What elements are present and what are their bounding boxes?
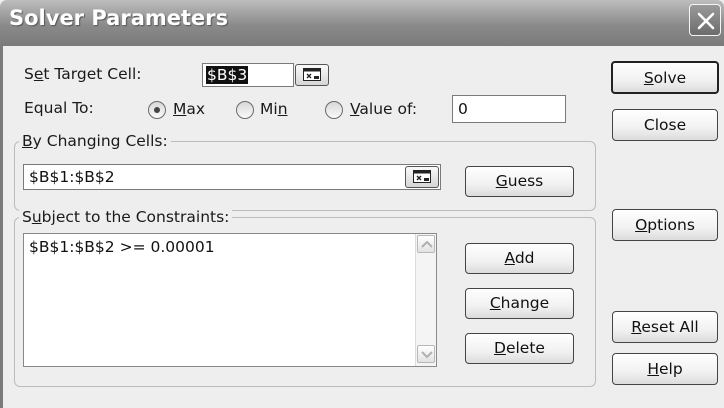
dialog-title: Solver Parameters xyxy=(9,6,229,30)
equal-to-label: Equal To: xyxy=(24,99,94,117)
target-cell-ref-button[interactable] xyxy=(295,64,329,86)
delete-button[interactable]: Delete xyxy=(465,333,574,364)
options-button[interactable]: Options xyxy=(612,209,718,241)
collapse-dialog-icon xyxy=(413,170,431,183)
radio-value-of-label[interactable]: Value of: xyxy=(350,100,417,118)
scroll-down-button[interactable] xyxy=(417,345,435,363)
help-button[interactable]: Help xyxy=(612,353,718,385)
change-button[interactable]: Change xyxy=(465,288,574,319)
reset-all-button[interactable]: Reset All xyxy=(612,311,718,343)
radio-value-of[interactable] xyxy=(325,101,343,119)
constraints-list[interactable]: $B$1:$B$2 >= 0.00001 xyxy=(23,233,437,367)
close-dialog-button[interactable]: Close xyxy=(612,109,718,141)
radio-min[interactable] xyxy=(236,101,254,119)
scroll-up-button[interactable] xyxy=(417,235,435,253)
chevron-up-icon xyxy=(421,240,433,248)
radio-selected-dot xyxy=(154,107,160,113)
guess-button[interactable]: Guess xyxy=(465,166,574,197)
solve-button[interactable]: Solve xyxy=(611,61,719,94)
radio-min-label[interactable]: Min xyxy=(260,100,288,118)
changing-cells-input[interactable]: $B$1:$B$2 xyxy=(23,164,441,190)
list-item[interactable]: $B$1:$B$2 >= 0.00001 xyxy=(29,238,215,256)
add-button[interactable]: Add xyxy=(465,243,574,274)
value-of-input[interactable]: 0 xyxy=(452,95,566,123)
target-cell-value: $B$3 xyxy=(206,66,249,84)
close-button[interactable] xyxy=(689,4,721,36)
radio-max-label[interactable]: Max xyxy=(173,100,205,118)
title-bar[interactable]: Solver Parameters xyxy=(0,0,724,46)
changing-cells-ref-button[interactable] xyxy=(405,166,439,188)
set-target-cell-label: Set Target Cell: xyxy=(24,65,142,83)
close-icon xyxy=(697,12,715,30)
dialog-body: Set Target Cell: $B$3 Equal To: Max Min … xyxy=(0,46,724,408)
changing-cells-label: By Changing Cells: xyxy=(19,132,171,150)
radio-max[interactable] xyxy=(148,101,166,119)
target-cell-input[interactable]: $B$3 xyxy=(202,63,294,87)
collapse-dialog-icon xyxy=(303,68,321,81)
constraints-scrollbar[interactable] xyxy=(415,234,436,366)
constraints-label: Subject to the Constraints: xyxy=(19,208,233,226)
chevron-down-icon xyxy=(421,351,433,359)
solver-parameters-dialog: Solver Parameters Set Target Cell: $B$3 … xyxy=(0,0,724,408)
